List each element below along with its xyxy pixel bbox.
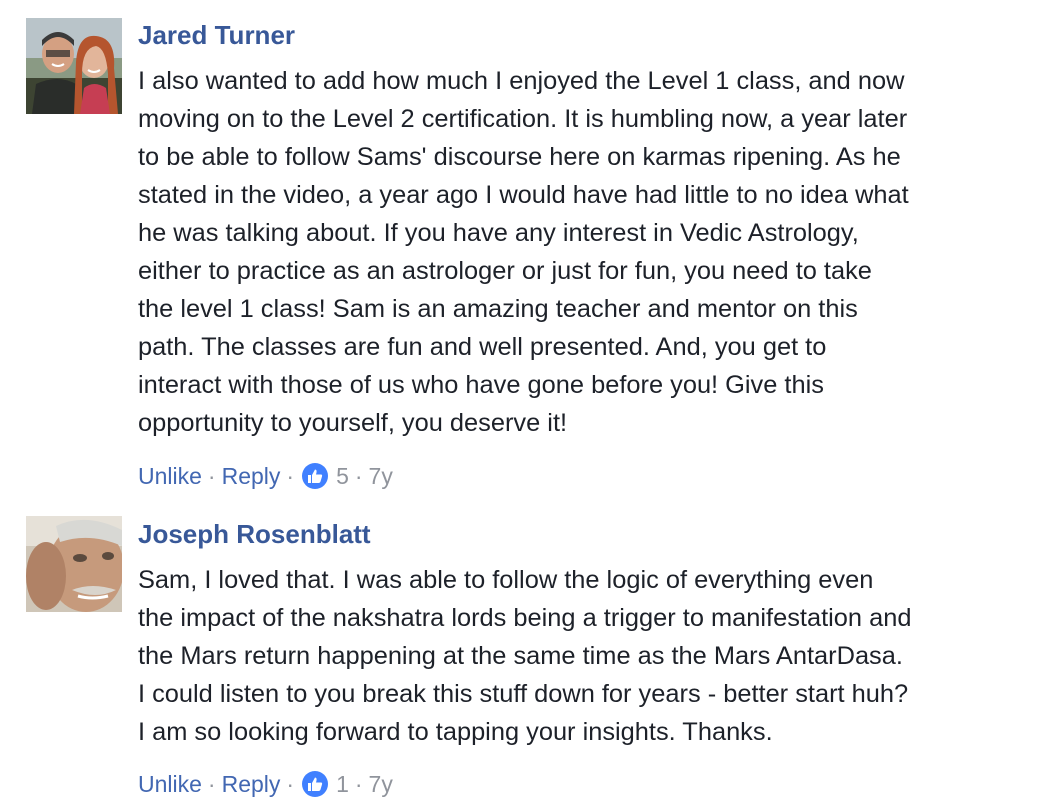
separator: · xyxy=(286,770,295,797)
user-photo-couple-icon xyxy=(26,18,122,114)
reply-link[interactable]: Reply xyxy=(222,463,281,490)
comment-text: Sam, I loved that. I was able to follow … xyxy=(138,566,912,746)
comment-text: I also wanted to add how much I enjoyed … xyxy=(138,67,909,437)
separator: · xyxy=(207,462,216,489)
unlike-link[interactable]: Unlike xyxy=(138,463,202,490)
comment-actions: Unlike · Reply · 5 · 7y xyxy=(138,461,393,491)
user-photo-closeup-icon xyxy=(26,516,122,612)
separator: · xyxy=(354,770,363,797)
like-count[interactable]: 5 xyxy=(336,463,349,490)
separator: · xyxy=(207,770,216,797)
like-thumb-icon[interactable] xyxy=(302,463,329,489)
separator: · xyxy=(286,462,295,489)
reply-link[interactable]: Reply xyxy=(222,771,281,798)
comment-author[interactable]: Joseph Rosenblatt xyxy=(138,519,1024,549)
avatar[interactable] xyxy=(26,18,122,114)
comment-author[interactable]: Jared Turner xyxy=(138,20,1024,50)
comment-timestamp[interactable]: 7y xyxy=(369,463,393,490)
comment-timestamp[interactable]: 7y xyxy=(369,771,393,798)
like-thumb-icon[interactable] xyxy=(302,771,329,797)
unlike-link[interactable]: Unlike xyxy=(138,771,202,798)
like-count[interactable]: 1 xyxy=(336,771,349,798)
separator: · xyxy=(354,462,363,489)
comment-actions: Unlike · Reply · 1 · 7y xyxy=(138,769,393,799)
avatar[interactable] xyxy=(26,516,122,612)
